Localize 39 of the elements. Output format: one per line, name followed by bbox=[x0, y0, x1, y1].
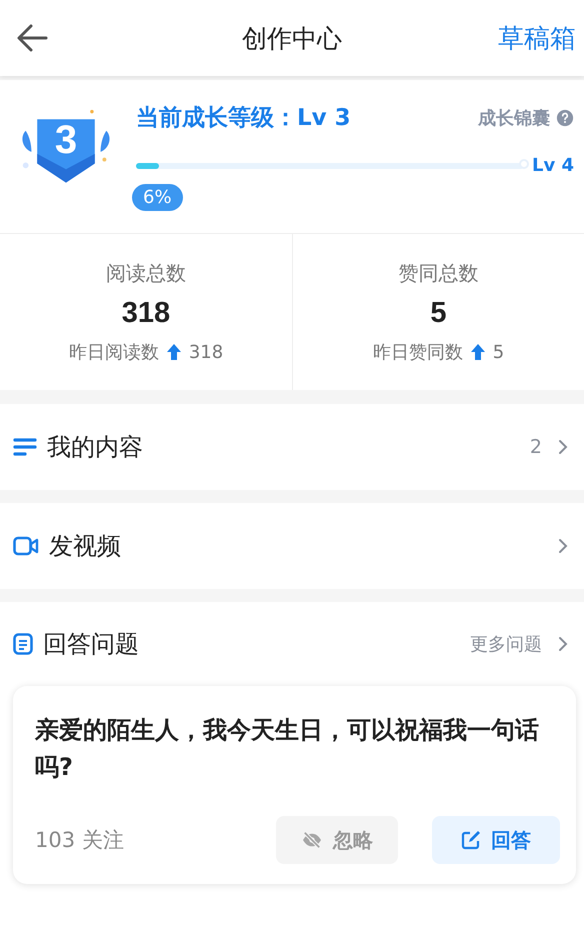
menu-row[interactable]: 我的内容 2 bbox=[0, 404, 584, 490]
chevron-icon bbox=[558, 538, 568, 554]
help-icon[interactable] bbox=[556, 108, 574, 126]
stat-value: 318 bbox=[122, 297, 170, 330]
document-icon bbox=[13, 633, 33, 655]
current-level: 当前成长等级：Lv 3 bbox=[136, 104, 351, 133]
chevron-icon bbox=[558, 439, 568, 455]
follow-count: 103 关注 bbox=[35, 827, 125, 854]
item-count: 2 bbox=[530, 436, 542, 458]
more-questions-link[interactable]: 更多问题 bbox=[470, 632, 542, 656]
eye-slash-icon bbox=[301, 831, 323, 850]
drafts-link[interactable]: 草稿箱 bbox=[498, 20, 576, 56]
next-level: Lv 4 bbox=[532, 155, 574, 176]
edit-icon bbox=[461, 830, 481, 850]
page-title: 创作中心 bbox=[242, 22, 342, 54]
chevron-icon bbox=[558, 636, 568, 652]
video-camera-icon bbox=[13, 536, 39, 556]
menu-label: 我的内容 bbox=[47, 432, 144, 463]
stat-label: 阅读总数 bbox=[106, 260, 186, 287]
tips-link[interactable]: 成长锦囊 bbox=[478, 106, 550, 130]
progress-bubble: 6% bbox=[132, 184, 183, 211]
lines-icon bbox=[13, 437, 37, 457]
stat-value: 5 bbox=[430, 297, 447, 330]
yesterday-value: 5 bbox=[492, 342, 504, 362]
menu-label: 发视频 bbox=[49, 531, 122, 562]
back-icon[interactable] bbox=[16, 24, 48, 52]
ignore-button[interactable]: 忽略 bbox=[276, 816, 398, 864]
answer-button[interactable]: 回答 bbox=[432, 816, 560, 864]
yesterday-label: 昨日阅读数 bbox=[68, 341, 159, 364]
badge-number: 3 bbox=[54, 118, 78, 163]
up-arrow-icon bbox=[166, 343, 182, 361]
up-arrow-icon bbox=[470, 343, 486, 361]
question-card[interactable]: 亲爱的陌生人，我今天生日，可以祝福我一句话吗? 103 关注 忽略 回答 bbox=[13, 686, 576, 884]
question-text: 亲爱的陌生人，我今天生日，可以祝福我一句话吗? bbox=[35, 715, 540, 784]
stat-label: 赞同总数 bbox=[398, 260, 478, 287]
yesterday-value: 318 bbox=[188, 342, 224, 362]
menu-row[interactable]: 发视频 bbox=[0, 503, 584, 589]
yesterday-label: 昨日赞同数 bbox=[372, 341, 463, 364]
section-title: 回答问题 bbox=[43, 629, 140, 660]
